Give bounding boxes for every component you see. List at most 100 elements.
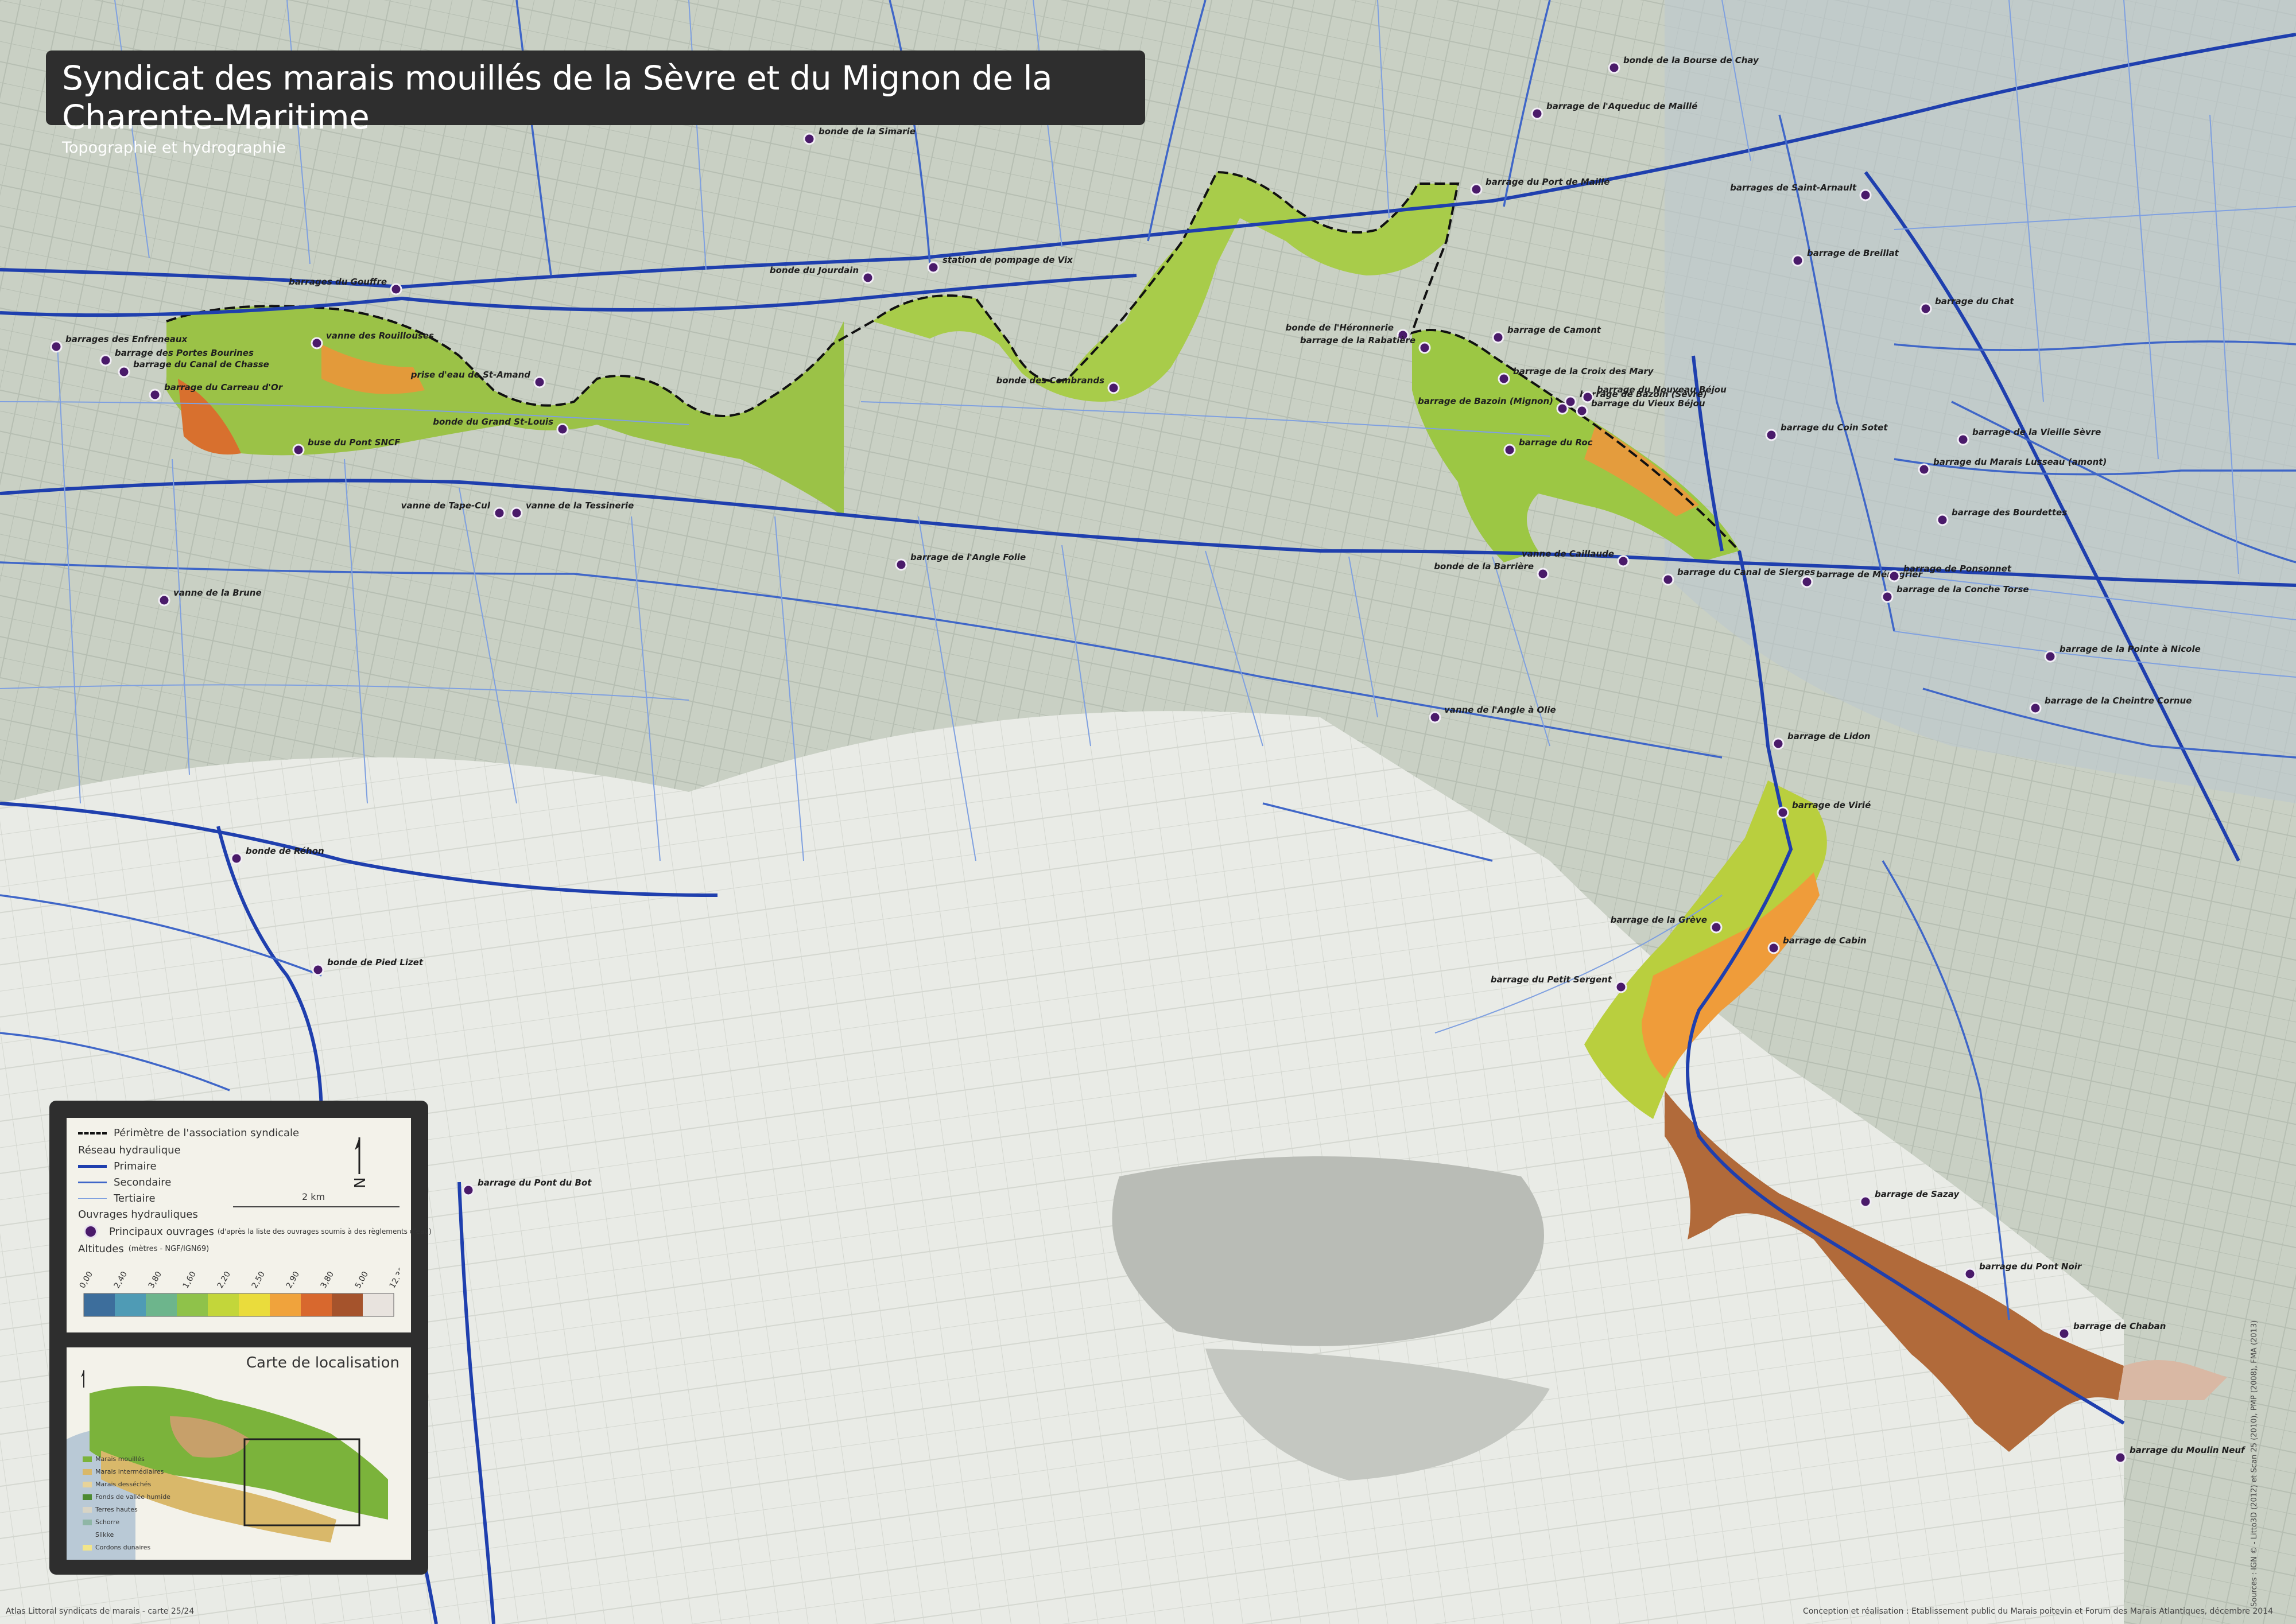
structure-marker-icon[interactable] — [1765, 429, 1778, 441]
structure-marker-icon[interactable] — [311, 337, 323, 349]
structure-marker-icon[interactable] — [895, 558, 907, 571]
altitude-tick-label: 3,80 — [319, 1270, 336, 1290]
altitude-swatch — [301, 1293, 332, 1316]
structure-marker-icon[interactable] — [1888, 570, 1901, 582]
structure-marker-icon[interactable] — [1556, 402, 1569, 415]
structure-marker-icon[interactable] — [1801, 576, 1813, 588]
structure-label: barrage du Canal de Sierges — [1677, 567, 1815, 577]
legend-perimeter-label: Périmètre de l'association syndicale — [114, 1127, 300, 1139]
structure-marker-icon[interactable] — [1881, 590, 1894, 603]
altitude-tick-label: 3,80 — [147, 1270, 164, 1290]
structure-marker-icon[interactable] — [118, 366, 130, 378]
structure-label: vanne de la Brune — [173, 588, 262, 598]
structure-marker-icon[interactable] — [1492, 331, 1504, 344]
structure-marker-icon[interactable] — [1662, 573, 1674, 586]
structure-marker-icon[interactable] — [1107, 382, 1120, 394]
location-map — [67, 1370, 388, 1560]
tertiary-swatch — [78, 1198, 107, 1199]
structure-marker-icon[interactable] — [1791, 254, 1804, 267]
structure-marker-icon[interactable] — [1859, 189, 1872, 201]
structure-marker-icon[interactable] — [1772, 737, 1785, 750]
location-legend-swatch — [83, 1519, 92, 1525]
structure-marker-icon[interactable] — [1615, 981, 1627, 993]
structure-marker-icon[interactable] — [1537, 568, 1549, 580]
forest-zone — [1112, 1156, 1544, 1346]
structure-label: station de pompage de Vix — [943, 255, 1073, 265]
primary-swatch — [78, 1165, 107, 1168]
structure-marker-icon[interactable] — [1531, 107, 1543, 120]
structure-label: barrage de la Rabatière — [1300, 335, 1415, 345]
structure-marker-icon[interactable] — [1470, 183, 1483, 196]
structure-marker-icon[interactable] — [292, 444, 305, 456]
structure-marker-icon[interactable] — [149, 388, 161, 401]
structure-marker-icon[interactable] — [1710, 921, 1723, 934]
structure-marker-icon[interactable] — [556, 423, 569, 436]
structure-marker-icon[interactable] — [1964, 1268, 1976, 1280]
structure-label: barrage de la Conche Torse — [1896, 584, 2029, 595]
legend-tertiary: Tertiaire — [78, 1192, 156, 1205]
structure-marker-icon[interactable] — [158, 594, 170, 607]
altitude-tick-label: 2,40 — [113, 1270, 129, 1290]
structure-label: vanne de Caillaude — [1522, 549, 1614, 559]
structure-label: barrage de la Cheintre Cornue — [2045, 696, 2192, 706]
structure-label: barrages du Gouffre — [289, 277, 387, 287]
structure-marker-icon[interactable] — [2029, 702, 2042, 714]
structure-label: barrage de la Grève — [1611, 915, 1707, 925]
altitude-swatch — [208, 1293, 239, 1316]
perimeter-swatch — [78, 1132, 107, 1135]
structure-label: barrage de Lidon — [1787, 731, 1870, 741]
structure-marker-icon[interactable] — [1429, 711, 1441, 724]
legend-structures-note: (d'après la liste des ouvrages soumis à … — [217, 1227, 432, 1236]
structure-marker-icon[interactable] — [862, 271, 874, 284]
structure-marker-icon[interactable] — [1418, 341, 1431, 354]
structure-marker-icon[interactable] — [99, 354, 112, 367]
location-legend-item: Fonds de vallée humide — [83, 1493, 170, 1501]
structure-marker-icon[interactable] — [1767, 942, 1780, 954]
structure-label: barrage de la Croix des Mary — [1513, 366, 1654, 376]
map-title: Syndicat des marais mouillés de la Sèvre… — [62, 59, 1053, 137]
location-legend-item: Marais intermédiaires — [83, 1468, 164, 1475]
altitude-tick-label: 12,30 — [388, 1265, 400, 1290]
structure-marker-icon[interactable] — [1859, 1195, 1872, 1208]
structure-marker-icon[interactable] — [1957, 433, 1969, 446]
structure-marker-icon[interactable] — [2044, 650, 2057, 663]
structure-marker-icon[interactable] — [1919, 302, 1932, 315]
legend-secondary: Secondaire — [78, 1176, 171, 1188]
location-legend-item: Marais desséchés — [83, 1481, 151, 1488]
structure-marker-icon[interactable] — [1777, 806, 1789, 819]
structure-label: barrages de Saint-Arnault — [1730, 182, 1857, 193]
legend-altitude-heading: Altitudes (mètres - NGF/IGN69) — [78, 1243, 210, 1255]
structure-marker-icon[interactable] — [2114, 1451, 2127, 1464]
altitude-swatch — [363, 1293, 394, 1316]
structure-marker-icon[interactable] — [533, 376, 546, 388]
location-legend-item: Schorre — [83, 1518, 119, 1526]
altitude-swatch — [84, 1293, 115, 1316]
location-legend-swatch — [83, 1532, 92, 1538]
north-arrow-icon: N — [352, 1137, 369, 1188]
title-panel: Syndicat des marais mouillés de la Sèvre… — [46, 50, 1145, 157]
structure-marker-icon[interactable] — [462, 1184, 475, 1196]
structure-marker-icon[interactable] — [1617, 555, 1630, 568]
legend-perimeter: Périmètre de l'association syndicale — [78, 1127, 299, 1139]
structure-marker-icon[interactable] — [1936, 514, 1949, 526]
structure-marker-icon[interactable] — [2058, 1327, 2070, 1340]
structure-marker-icon[interactable] — [230, 852, 243, 865]
structure-label: barrage du Carreau d'Or — [164, 382, 284, 393]
structure-label: barrages des Enfreneaux — [65, 334, 188, 344]
structure-label: bonde de la Barrière — [1434, 561, 1534, 572]
structure-marker-icon[interactable] — [493, 507, 506, 519]
structure-marker-icon[interactable] — [1608, 61, 1620, 74]
altitude-swatch — [270, 1293, 301, 1316]
structure-marker-icon[interactable] — [1576, 405, 1588, 417]
structure-marker-icon[interactable] — [927, 261, 940, 274]
structure-marker-icon[interactable] — [1503, 444, 1516, 456]
structure-marker-icon[interactable] — [510, 507, 523, 519]
structure-marker-icon[interactable] — [50, 340, 63, 353]
structure-marker-icon[interactable] — [390, 283, 402, 296]
structure-label: vanne de l'Angle à Olie — [1444, 705, 1556, 715]
structure-marker-icon[interactable] — [1918, 463, 1930, 476]
structure-label: vanne de la Tessinerie — [526, 500, 634, 511]
structure-marker-icon[interactable] — [312, 963, 324, 976]
location-map-card: Carte de localisation Marais mouillés Mar… — [67, 1347, 411, 1560]
structure-marker-icon[interactable] — [1498, 372, 1510, 385]
